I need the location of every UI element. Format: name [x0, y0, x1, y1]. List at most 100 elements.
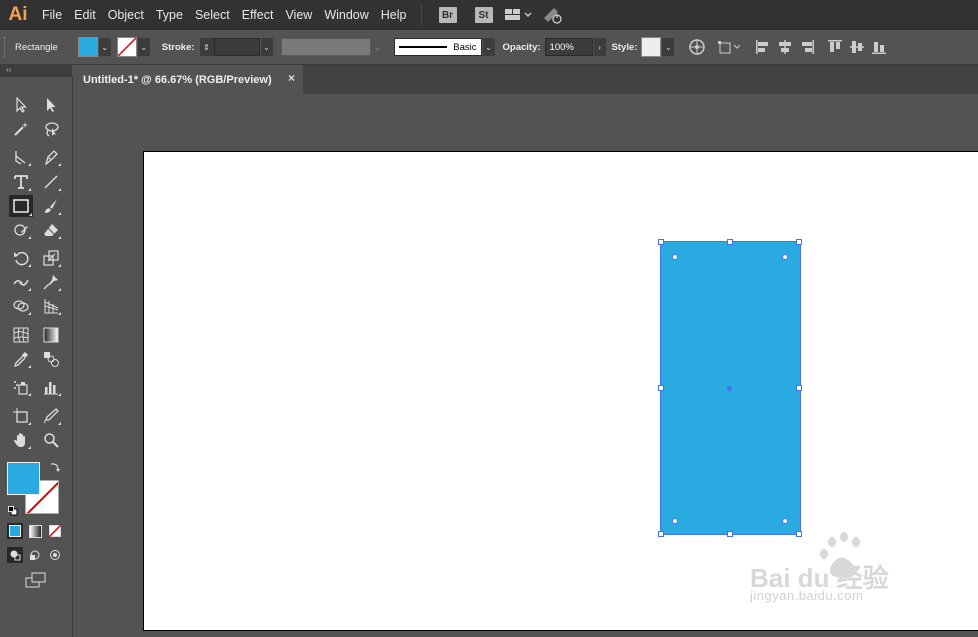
align-middle-icon[interactable] — [846, 36, 868, 58]
menu-bar: Ai File Edit Object Type Select Effect V… — [0, 0, 978, 30]
shaper-tool-icon[interactable] — [10, 220, 32, 240]
gradient-mode-button[interactable] — [27, 523, 43, 539]
stroke-weight-stepper[interactable]: ⇕ — [199, 38, 214, 56]
stroke-dropdown[interactable]: ⌄ — [137, 38, 150, 56]
gradient-tool-icon[interactable] — [40, 325, 62, 345]
collapse-icon[interactable]: ‹‹ — [6, 65, 11, 74]
tools-panel — [0, 77, 73, 637]
column-graph-tool-icon[interactable] — [40, 377, 62, 397]
brush-name: Basic — [453, 41, 477, 53]
draw-inside-icon — [50, 550, 60, 560]
opacity-arrow[interactable]: › — [593, 38, 606, 56]
menu-help[interactable]: Help — [375, 0, 413, 30]
curvature-tool-icon[interactable] — [10, 147, 32, 167]
hand-tool-icon[interactable] — [10, 430, 32, 450]
corner-radius-widget[interactable] — [782, 518, 788, 524]
fill-swatch[interactable] — [77, 37, 98, 57]
align-left-icon[interactable] — [752, 36, 774, 58]
rotate-tool-icon[interactable] — [10, 248, 32, 268]
slice-tool-icon[interactable] — [40, 406, 62, 426]
blend-tool-icon[interactable] — [40, 349, 62, 369]
brush-dropdown[interactable]: ⌄ — [482, 38, 495, 56]
mesh-tool-icon[interactable] — [10, 325, 32, 345]
stroke-weight-dropdown[interactable]: ⌄ — [260, 38, 273, 56]
brush-definition[interactable]: Basic — [393, 38, 482, 56]
symbol-sprayer-tool-icon[interactable] — [10, 377, 32, 397]
workspace-layout-icon[interactable] — [502, 4, 536, 26]
align-right-icon[interactable] — [796, 36, 818, 58]
variable-width-profile[interactable] — [280, 38, 371, 56]
eraser-tool-icon[interactable] — [40, 220, 62, 240]
tool-group-indicator — [58, 264, 61, 267]
bounding-box-handle[interactable] — [796, 239, 802, 245]
selection-tool-icon[interactable] — [10, 95, 32, 115]
draw-behind-button[interactable] — [27, 547, 43, 563]
bridge-button[interactable]: Br — [438, 7, 457, 23]
corner-radius-widget[interactable] — [782, 254, 788, 260]
bounding-box-handle[interactable] — [658, 531, 664, 537]
menu-window[interactable]: Window — [318, 0, 374, 30]
align-center-icon[interactable] — [774, 36, 796, 58]
stock-button[interactable]: St — [474, 7, 493, 23]
stroke-swatch[interactable] — [116, 37, 137, 57]
corner-radius-widget[interactable] — [672, 254, 678, 260]
transform-align-icon[interactable] — [716, 36, 746, 58]
color-mode-button[interactable] — [7, 523, 23, 539]
rectangle-tool-icon[interactable] — [9, 195, 33, 217]
screen-mode-button[interactable] — [24, 571, 48, 589]
align-top-icon[interactable] — [824, 36, 846, 58]
document-tab[interactable]: Untitled-1* @ 66.67% (RGB/Preview) × — [73, 65, 303, 94]
menu-view[interactable]: View — [279, 0, 318, 30]
profile-dropdown[interactable]: ⌄ — [371, 38, 384, 56]
bounding-box-handle[interactable] — [727, 531, 733, 537]
menu-divider — [420, 5, 422, 25]
corner-radius-widget[interactable] — [672, 518, 678, 524]
menu-object[interactable]: Object — [102, 0, 150, 30]
fill-color-box[interactable] — [7, 462, 40, 495]
close-tab-icon[interactable]: × — [288, 71, 295, 85]
scale-tool-icon[interactable] — [40, 248, 62, 268]
type-tool-icon[interactable] — [10, 172, 32, 192]
bounding-box-handle[interactable] — [727, 239, 733, 245]
menu-edit[interactable]: Edit — [68, 0, 102, 30]
menu-effect[interactable]: Effect — [236, 0, 280, 30]
opacity-field[interactable]: 100% — [544, 38, 593, 56]
default-fill-stroke-icon[interactable] — [8, 503, 18, 516]
swap-fill-stroke-icon[interactable] — [49, 460, 61, 472]
lasso-tool-icon[interactable] — [40, 119, 62, 139]
magic-wand-tool-icon[interactable] — [10, 119, 32, 139]
graphic-style-swatch[interactable] — [641, 37, 662, 57]
menu-file[interactable]: File — [36, 0, 68, 30]
perspective-grid-tool-icon[interactable] — [40, 296, 62, 316]
line-segment-tool-icon[interactable] — [40, 172, 62, 192]
toolbar-header[interactable]: ‹‹ — [0, 65, 72, 77]
pen-tool-icon[interactable] — [40, 147, 62, 167]
recolor-artwork-icon[interactable] — [686, 36, 708, 58]
gpu-performance-icon[interactable] — [542, 4, 564, 26]
grip-handle[interactable] — [4, 37, 11, 57]
fill-dropdown[interactable]: ⌄ — [98, 38, 111, 56]
app-logo: Ai — [8, 4, 28, 25]
tool-group-indicator — [28, 188, 31, 191]
artboard-tool-icon[interactable] — [10, 406, 32, 426]
eyedropper-tool-icon[interactable] — [10, 349, 32, 369]
zoom-tool-icon[interactable] — [40, 430, 62, 450]
bounding-box-handle[interactable] — [796, 385, 802, 391]
draw-inside-button[interactable] — [47, 547, 63, 563]
bounding-box-handle[interactable] — [658, 239, 664, 245]
stroke-weight-field[interactable] — [213, 38, 260, 56]
menu-type[interactable]: Type — [150, 0, 189, 30]
none-mode-button[interactable] — [47, 523, 63, 539]
shape-builder-tool-icon[interactable] — [10, 296, 32, 316]
bounding-box-handle[interactable] — [658, 385, 664, 391]
paintbrush-tool-icon[interactable] — [40, 196, 62, 216]
puppet-warp-tool-icon[interactable] — [40, 272, 62, 292]
menu-select[interactable]: Select — [189, 0, 236, 30]
align-bottom-icon[interactable] — [868, 36, 890, 58]
style-dropdown[interactable]: ⌄ — [662, 38, 675, 56]
tool-group-indicator — [58, 288, 61, 291]
direct-selection-tool-icon[interactable] — [40, 95, 62, 115]
center-point — [727, 386, 732, 391]
draw-normal-button[interactable] — [7, 547, 23, 563]
width-tool-icon[interactable] — [10, 272, 32, 292]
